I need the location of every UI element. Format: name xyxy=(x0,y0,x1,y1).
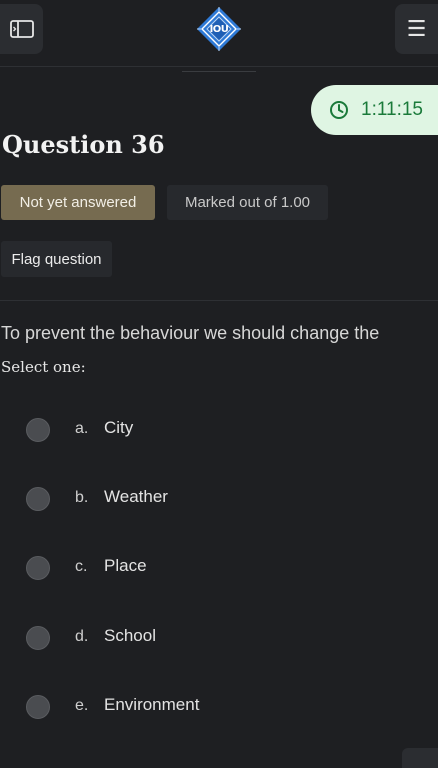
option-letter: d. xyxy=(75,628,89,645)
timer-value: 1:11:15 xyxy=(361,99,423,120)
option-label[interactable]: Place xyxy=(104,556,147,576)
option-letter: a. xyxy=(75,420,89,437)
marks-badge: Marked out of 1.00 xyxy=(167,185,328,220)
clock-icon xyxy=(330,101,348,119)
radio-button[interactable] xyxy=(26,626,50,650)
answer-option-e[interactable]: e. Environment xyxy=(0,687,438,727)
option-letter: b. xyxy=(75,489,89,506)
answer-prompt: Select one: xyxy=(1,358,86,376)
menu-button[interactable]: ☰ xyxy=(395,4,438,54)
hamburger-menu-icon: ☰ xyxy=(406,16,427,42)
option-label[interactable]: City xyxy=(104,418,133,438)
flag-question-button[interactable]: Flag question xyxy=(1,241,112,277)
scroll-corner-button[interactable] xyxy=(402,748,438,768)
header-underline xyxy=(182,71,256,72)
option-letter: c. xyxy=(75,558,88,575)
answer-option-d[interactable]: d. School xyxy=(0,618,438,658)
status-badge: Not yet answered xyxy=(1,185,155,220)
answer-option-a[interactable]: a. City xyxy=(0,410,438,450)
site-logo[interactable]: IOU xyxy=(196,6,242,52)
radio-button[interactable] xyxy=(26,556,50,580)
divider xyxy=(0,300,438,301)
radio-button[interactable] xyxy=(26,418,50,442)
logo-text: IOU xyxy=(209,23,229,35)
sidebar-toggle-button[interactable] xyxy=(0,4,43,54)
answer-option-c[interactable]: c. Place xyxy=(0,548,438,588)
quiz-timer: 1:11:15 xyxy=(311,85,438,135)
top-bar: IOU ☰ xyxy=(0,0,438,67)
question-title: Question 36 xyxy=(2,130,165,159)
radio-button[interactable] xyxy=(26,487,50,511)
question-text: To prevent the behaviour we should chang… xyxy=(1,323,380,343)
option-label[interactable]: School xyxy=(104,626,156,646)
sidebar-toggle-icon xyxy=(9,20,34,38)
option-label[interactable]: Weather xyxy=(104,487,168,507)
radio-button[interactable] xyxy=(26,695,50,719)
option-letter: e. xyxy=(75,697,89,714)
answer-option-b[interactable]: b. Weather xyxy=(0,479,438,519)
option-label[interactable]: Environment xyxy=(104,695,199,715)
